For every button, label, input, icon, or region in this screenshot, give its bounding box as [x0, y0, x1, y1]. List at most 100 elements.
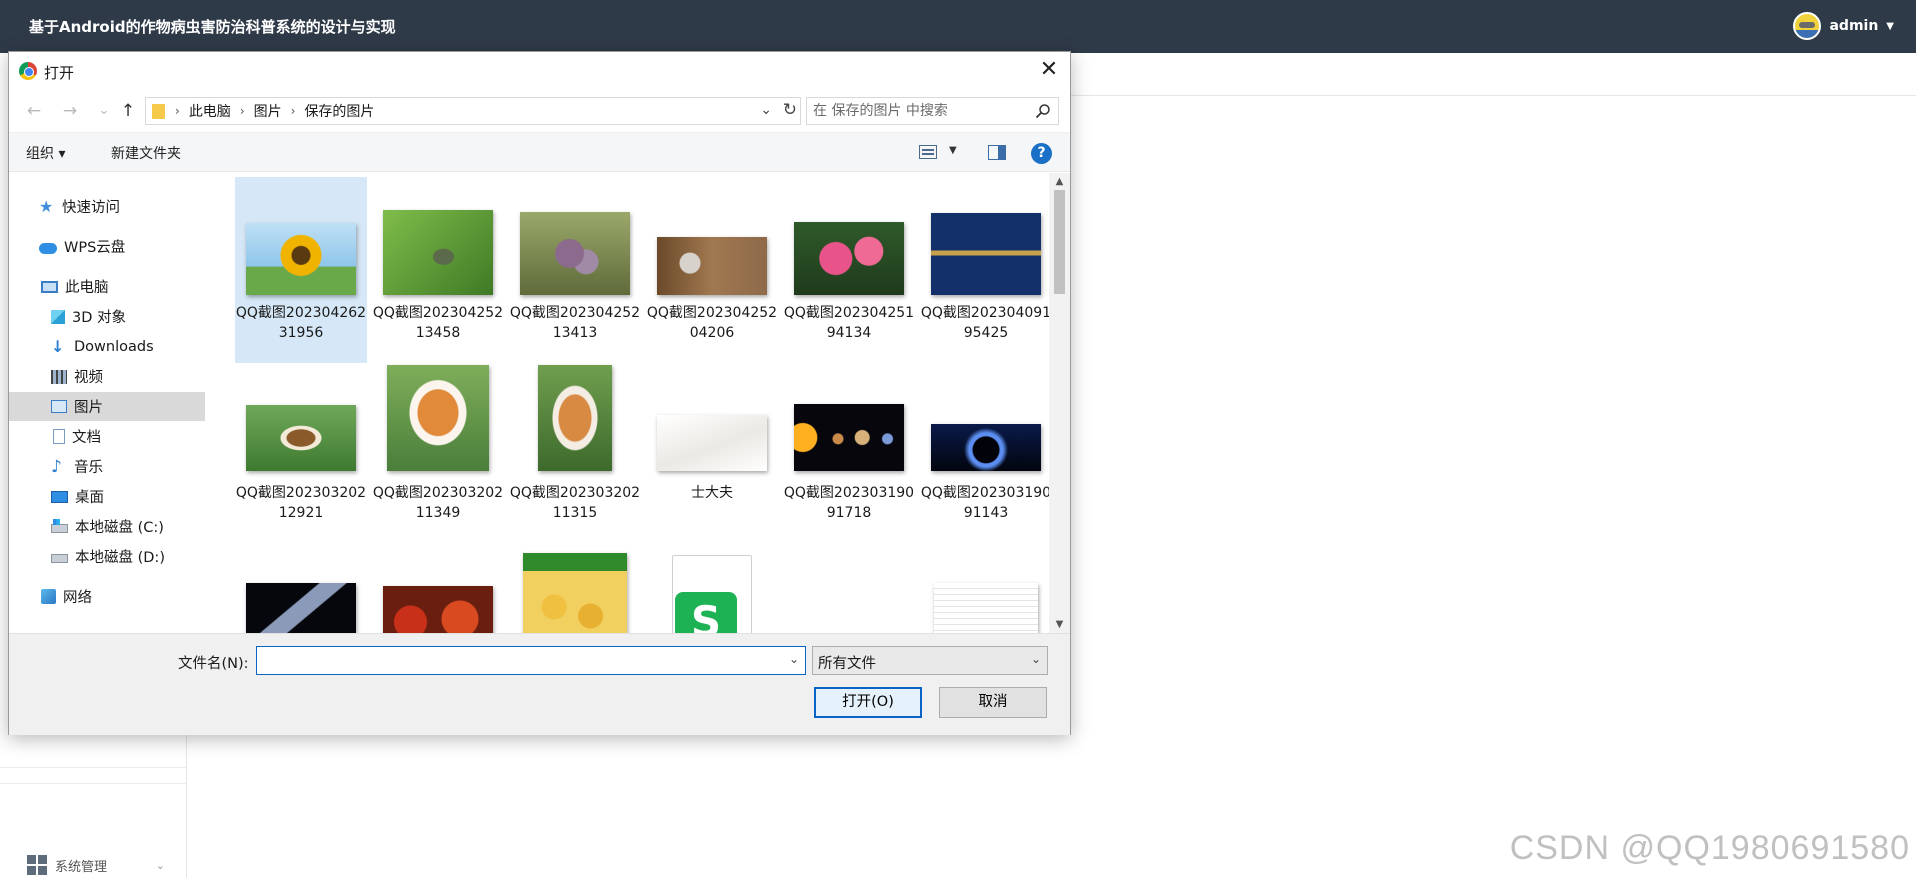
file-name: QQ截图20230425204206 — [646, 305, 778, 341]
tree-item-music[interactable]: ♪ 音乐 — [9, 452, 205, 481]
tree-item-label: 音乐 — [74, 460, 103, 476]
video-icon — [51, 369, 67, 384]
filetype-select[interactable]: 所有文件 ⌄ — [812, 646, 1048, 675]
vertical-scrollbar[interactable]: ▲ ▼ — [1049, 173, 1070, 633]
file-item[interactable]: QQ截图20230425213458 — [372, 177, 504, 363]
forward-button[interactable]: → — [59, 100, 81, 122]
app-header: 基于Android的作物病虫害防治科普系统的设计与实现 admin ▼ — [0, 0, 1916, 53]
file-item[interactable] — [372, 553, 504, 633]
filetype-value: 所有文件 — [818, 656, 876, 672]
tree-item-pictures[interactable]: 图片 — [9, 392, 205, 421]
cloud-icon — [39, 242, 57, 254]
command-bar: 组织 ▾ 新建文件夹 ▼ ? — [9, 132, 1070, 172]
tree-item-videos[interactable]: 视频 — [9, 362, 205, 391]
avatar[interactable] — [1793, 12, 1822, 40]
file-item[interactable]: 士大夫 — [646, 365, 778, 551]
insect-on-leaf-thumbnail — [383, 210, 493, 295]
file-item[interactable]: QQ截图20230319091143 — [920, 365, 1052, 551]
tree-item-network[interactable]: 网络 — [9, 582, 205, 611]
navigation-bar: ← → ⌄ ↑ › 此电脑 › 图片 › 保存的图片 ⌄ ↻ — [9, 94, 1070, 128]
scroll-up-icon[interactable]: ▲ — [1049, 173, 1070, 190]
user-menu[interactable]: admin ▼ — [1793, 12, 1894, 40]
file-item[interactable] — [920, 553, 1052, 633]
tree-item-this-pc[interactable]: 此电脑 — [9, 272, 205, 301]
open-button[interactable]: 打开(O) — [814, 687, 922, 718]
sunflower-thumbnail — [246, 223, 356, 295]
filename-field[interactable]: ⌄ — [256, 646, 806, 675]
close-button[interactable]: ✕ — [1034, 56, 1064, 86]
corgi-thumbnail — [387, 365, 489, 471]
scrollbar-thumb[interactable] — [1054, 190, 1065, 294]
up-button[interactable]: ↑ — [117, 100, 139, 122]
recent-locations-button[interactable]: ⌄ — [93, 100, 115, 122]
caret-down-icon[interactable]: ▼ — [949, 145, 957, 156]
folder-icon — [152, 103, 165, 119]
file-name: QQ截图20230409195425 — [920, 305, 1052, 341]
file-item[interactable]: S — [646, 553, 778, 633]
file-list: QQ截图20230426231956 QQ截图20230425213458 QQ… — [227, 177, 1057, 633]
star-icon: ★ — [39, 196, 54, 216]
caret-down-icon[interactable]: ▼ — [1886, 21, 1894, 32]
new-folder-button[interactable]: 新建文件夹 — [111, 143, 181, 163]
apples-thumbnail — [383, 586, 493, 633]
help-icon[interactable]: ? — [1031, 143, 1052, 164]
file-item[interactable]: QQ截图20230319091718 — [783, 365, 915, 551]
file-name: QQ截图20230425213458 — [372, 305, 504, 341]
breadcrumb-pictures[interactable]: 图片 — [254, 101, 282, 121]
vip-cards-thumbnail — [931, 213, 1041, 295]
view-options-icon[interactable] — [919, 145, 937, 159]
chevron-right-icon: › — [175, 104, 180, 118]
person-photo-thumbnail — [657, 237, 767, 295]
file-item[interactable]: QQ截图20230425194134 — [783, 177, 915, 363]
dialog-titlebar[interactable]: 打开 ✕ — [9, 52, 1070, 90]
chrome-icon — [19, 62, 37, 80]
chevron-down-icon[interactable]: ⌄ — [760, 102, 772, 118]
chevron-right-icon: › — [239, 104, 245, 118]
organize-button[interactable]: 组织 ▾ — [26, 143, 65, 163]
refresh-icon[interactable]: ↻ — [783, 100, 797, 120]
tree-item-label: 本地磁盘 (D:) — [75, 550, 165, 566]
file-item[interactable]: QQ截图20230426231956 — [235, 177, 367, 363]
3d-objects-icon — [51, 309, 65, 324]
tree-item-3d-objects[interactable]: 3D 对象 — [9, 302, 205, 331]
file-name: QQ截图20230320212921 — [235, 485, 367, 521]
tree-item-local-disk-c[interactable]: 本地磁盘 (C:) — [9, 512, 205, 541]
search-input[interactable] — [813, 102, 1023, 120]
file-item[interactable] — [509, 553, 641, 633]
search-icon[interactable] — [1035, 103, 1051, 119]
file-name: QQ截图20230425213413 — [509, 305, 641, 341]
file-item[interactable]: QQ截图20230320211315 — [509, 365, 641, 551]
file-open-dialog: 打开 ✕ ← → ⌄ ↑ › 此电脑 › 图片 › 保存的图片 ⌄ ↻ 组织 ▾… — [8, 51, 1071, 735]
chevron-down-icon[interactable]: ⌄ — [1031, 652, 1041, 666]
preview-pane-icon[interactable] — [988, 145, 1006, 160]
file-name: QQ截图20230426231956 — [235, 305, 367, 341]
sidebar-item-system-management[interactable]: 系统管理 ⌄ — [0, 837, 187, 878]
tree-item-label: 快速访问 — [62, 200, 120, 216]
file-item[interactable] — [235, 553, 367, 633]
tree-item-quick-access[interactable]: ★ 快速访问 — [9, 192, 205, 221]
address-bar[interactable]: › 此电脑 › 图片 › 保存的图片 ⌄ ↻ — [145, 97, 801, 125]
scroll-down-icon[interactable]: ▼ — [1049, 616, 1070, 633]
pink-flowers-thumbnail — [794, 222, 904, 295]
tree-item-desktop[interactable]: 桌面 — [9, 482, 205, 511]
download-icon: ↓ — [51, 336, 65, 356]
cancel-button[interactable]: 取消 — [939, 687, 1047, 718]
file-item[interactable]: QQ截图20230409195425 — [920, 177, 1052, 363]
chevron-down-icon[interactable]: ⌄ — [789, 652, 799, 666]
file-item[interactable]: QQ截图20230320211349 — [372, 365, 504, 551]
sidebar-divider — [0, 783, 187, 784]
breadcrumb-saved-pictures[interactable]: 保存的图片 — [304, 101, 374, 121]
file-item[interactable]: QQ截图20230425204206 — [646, 177, 778, 363]
filename-input[interactable] — [261, 651, 771, 670]
file-item[interactable]: QQ截图20230320212921 — [235, 365, 367, 551]
tree-item-wps-cloud[interactable]: WPS云盘 — [9, 232, 205, 261]
tree-item-downloads[interactable]: ↓ Downloads — [9, 332, 205, 361]
search-box[interactable] — [806, 97, 1059, 125]
back-button[interactable]: ← — [23, 100, 45, 122]
file-item[interactable]: QQ截图20230425213413 — [509, 177, 641, 363]
tree-item-documents[interactable]: 文档 — [9, 422, 205, 451]
tree-item-local-disk-d[interactable]: 本地磁盘 (D:) — [9, 542, 205, 571]
breadcrumb-this-pc[interactable]: 此电脑 — [189, 101, 231, 121]
username[interactable]: admin — [1829, 18, 1878, 34]
grid-icon — [27, 855, 47, 875]
